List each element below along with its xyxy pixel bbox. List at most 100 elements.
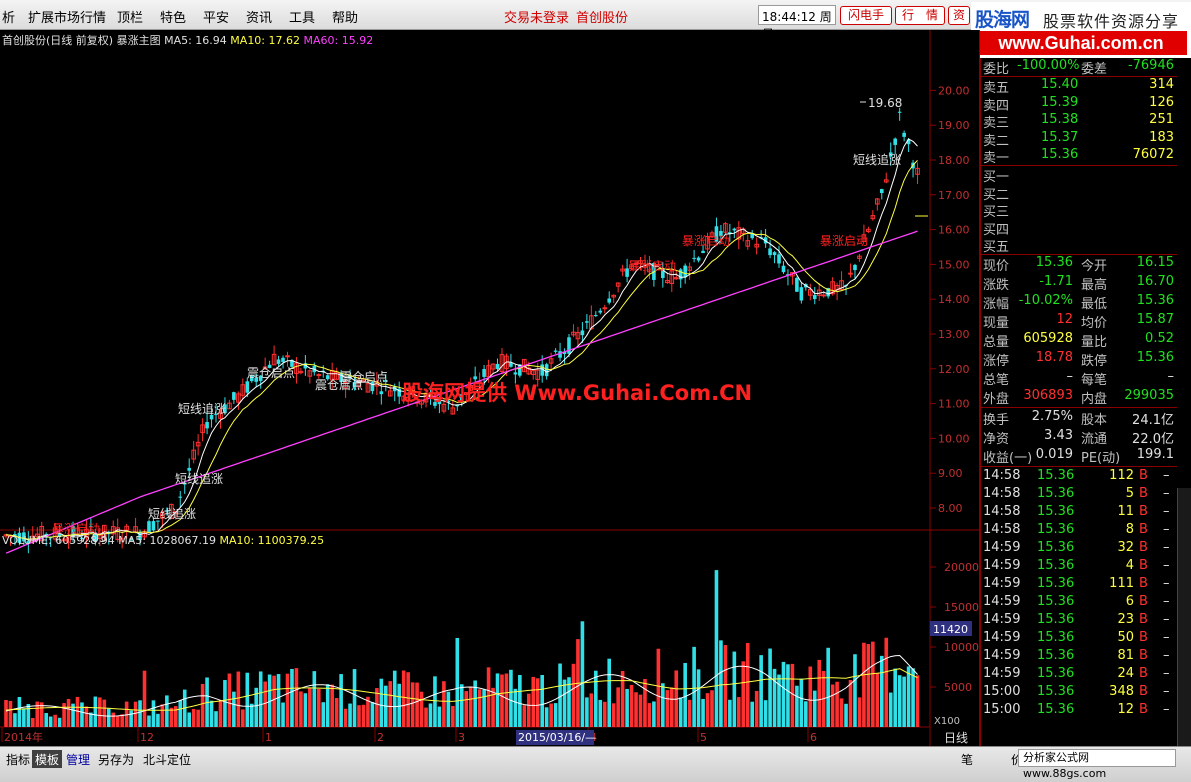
volume-bar xyxy=(379,678,384,727)
volume-bar xyxy=(580,621,585,727)
inner-value: 299035 xyxy=(1124,388,1174,403)
bottom-tab-3[interactable]: 另存为 xyxy=(95,750,137,768)
stat-value: 15.36 xyxy=(1136,293,1174,308)
candle-body xyxy=(701,250,705,254)
kline-chart-svg[interactable]: 20.0019.0018.0017.0016.0015.0014.0013.00… xyxy=(0,30,980,746)
menu-item-6[interactable]: 工具 xyxy=(289,7,315,26)
date-tick-label: 6 xyxy=(810,731,817,744)
volume-bar xyxy=(388,681,393,727)
sell-level-label: 卖四 xyxy=(983,98,1010,114)
login-status[interactable]: 交易未登录 xyxy=(504,7,569,26)
volume-bar xyxy=(392,670,397,727)
volume-bar xyxy=(214,711,218,727)
sell-row: 卖一 15.36 76072 xyxy=(981,147,1176,166)
price-tick-label: 11.00 xyxy=(938,398,970,411)
webi-label: 委比 xyxy=(983,62,1010,77)
quote-button[interactable]: 行 情 xyxy=(895,6,945,25)
volume-bar xyxy=(540,674,544,727)
tick-volume: 5 xyxy=(1125,486,1134,501)
finance-label: 收益(一) xyxy=(983,451,1033,466)
signal-annotation: 暴涨启动 xyxy=(682,233,730,248)
period-label: 日线 xyxy=(944,731,968,745)
menu-item-5[interactable]: 资讯 xyxy=(246,7,272,26)
bottom-tab-0[interactable]: 指标 xyxy=(3,750,33,768)
tick-price: 15.36 xyxy=(1037,540,1075,555)
signal-annotation: 震仓启点 xyxy=(247,366,295,380)
tick-side: B xyxy=(1139,648,1148,663)
volume-bar xyxy=(531,676,536,727)
volume-bar xyxy=(44,713,49,727)
volume-bar xyxy=(62,703,66,727)
ma10-line xyxy=(5,160,918,540)
volume-bar xyxy=(115,715,120,727)
menu-item-1[interactable]: 扩展市场行情 xyxy=(28,7,106,26)
volume-bar xyxy=(455,637,460,727)
sell-volume: 314 xyxy=(1149,77,1174,92)
candle-body xyxy=(683,265,687,278)
tick-dash: – xyxy=(1163,468,1170,483)
volume-bar xyxy=(437,706,442,727)
stat-label: 均价 xyxy=(1081,316,1108,331)
tick-time: 14:59 xyxy=(983,666,1021,681)
volume-bar xyxy=(879,655,884,727)
volume-bar xyxy=(406,672,410,727)
tick-time: 15:00 xyxy=(983,684,1021,699)
menu-item-0[interactable]: 析 xyxy=(2,7,15,26)
inner-label: 内盘 xyxy=(1081,392,1108,407)
volume-bar xyxy=(477,689,482,727)
info-button[interactable]: 资 xyxy=(948,6,970,25)
candle-body xyxy=(495,363,500,369)
volume-bar xyxy=(486,667,491,727)
volume-bar xyxy=(428,703,433,727)
bottom-tab-4[interactable]: 北斗定位 xyxy=(140,750,194,768)
bottom-tab-1[interactable]: 模板 xyxy=(32,750,63,768)
tick-dash: – xyxy=(1163,594,1170,609)
stat-label: 最低 xyxy=(1081,297,1108,312)
tick-price: 15.36 xyxy=(1037,594,1075,609)
volume-bar xyxy=(799,678,804,727)
tick-volume: 23 xyxy=(1117,612,1134,627)
volume-bar xyxy=(790,663,795,727)
volume-bar xyxy=(906,666,911,727)
stat-value: 16.70 xyxy=(1136,274,1174,289)
volume-bar xyxy=(844,703,848,727)
menu-item-3[interactable]: 特色 xyxy=(160,7,186,26)
tick-row: 15:00 15.36 348 B – xyxy=(981,684,1176,702)
stat-row: 涨幅 -10.02% 最低 15.36 xyxy=(981,293,1176,312)
tick-row: 15:00 15.36 12 B – xyxy=(981,702,1176,720)
menu-item-4[interactable]: 平安 xyxy=(203,7,229,26)
candle-body xyxy=(799,287,804,301)
volume-bar xyxy=(245,672,250,727)
buy-row: 买三 xyxy=(981,201,1176,220)
volume-bar xyxy=(348,703,352,727)
volume-bar xyxy=(678,697,683,727)
tab-pen[interactable]: 笔 xyxy=(958,750,976,768)
date-cursor-label: 2015/03/16/— xyxy=(518,731,596,744)
candle-body xyxy=(607,298,612,303)
price-tick-label: 20.00 xyxy=(938,84,970,97)
tick-row: 14:59 15.36 32 B – xyxy=(981,540,1176,558)
volume-bar xyxy=(518,675,522,727)
tick-price: 15.36 xyxy=(1037,576,1075,591)
tick-row: 14:58 15.36 5 B – xyxy=(981,486,1176,504)
candle-body xyxy=(821,294,826,297)
volume-bar xyxy=(893,668,897,727)
candle-body xyxy=(281,357,285,362)
menu-item-2[interactable]: 顶栏 xyxy=(117,7,143,26)
signal-annotation: 短线追涨 xyxy=(148,506,196,521)
stock-name-title: 首创股份 xyxy=(576,11,629,26)
candle-body xyxy=(151,521,156,531)
volume-bar xyxy=(330,684,334,727)
bottom-tab-2[interactable]: 管理 xyxy=(63,750,93,768)
volume-bar xyxy=(594,670,598,727)
kline-chart-area[interactable]: 首创股份(日线 前复权) 暴涨主图 MA5: 16.94 MA10: 17.62… xyxy=(0,30,980,746)
menu-item-7[interactable]: 帮助 xyxy=(332,7,358,26)
volume-bar xyxy=(562,679,567,727)
volume-bar xyxy=(17,696,22,727)
site-logo: 股海网 股票软件资源分享 www.Guhai.com.cn xyxy=(971,2,1191,58)
flash-trade-button[interactable]: 闪电手 xyxy=(840,6,892,25)
stat-value: – xyxy=(1167,369,1175,384)
volume-bar xyxy=(241,709,245,727)
candle-body xyxy=(473,376,477,380)
ticks-scrollbar[interactable] xyxy=(1177,488,1191,746)
